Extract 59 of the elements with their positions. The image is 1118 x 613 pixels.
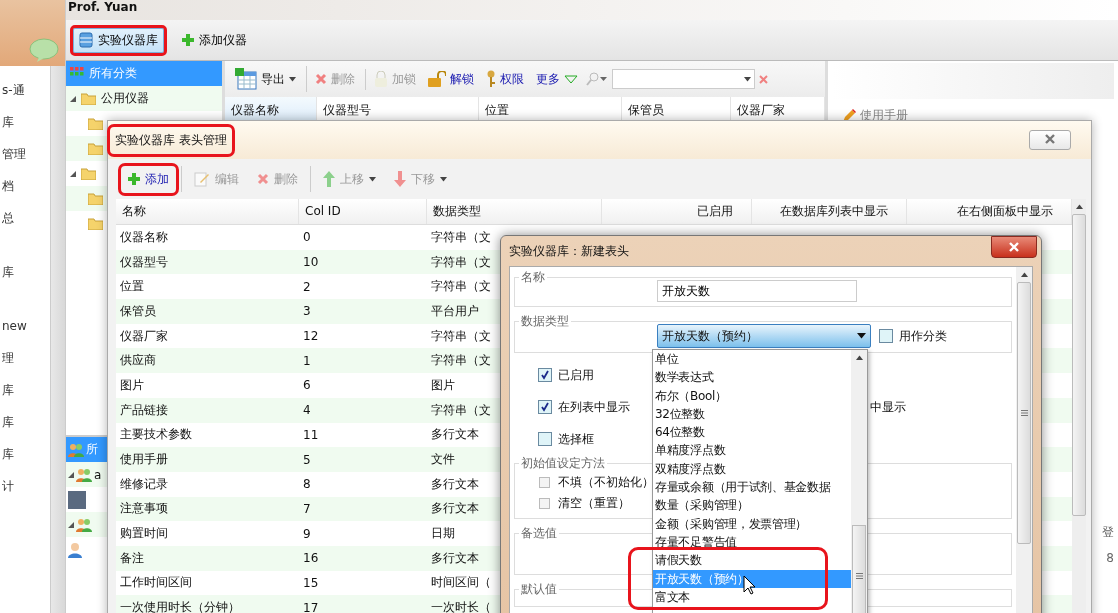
field-label: 数据类型 xyxy=(520,313,570,330)
table-cell: 15 xyxy=(303,575,319,590)
table-cell: 9 xyxy=(303,526,311,541)
table-cell: 8 xyxy=(303,477,311,492)
table-cell: 仪器厂家 xyxy=(120,328,168,343)
table-cell: 多行文本 xyxy=(431,550,479,565)
table-cell: 6 xyxy=(303,378,311,393)
option-label: 中显示 xyxy=(870,398,906,416)
field-label: 名称 xyxy=(520,269,546,286)
table-cell: 字符串（文 xyxy=(431,402,491,417)
table-cell: 一次时长（ xyxy=(431,600,491,613)
table-cell: 多行文本 xyxy=(431,476,479,491)
table-cell: 7 xyxy=(303,501,311,516)
table-cell: 字符串（文 xyxy=(431,254,491,269)
table-cell: 仪器名称 xyxy=(120,229,168,244)
table-cell: 仪器型号 xyxy=(120,254,168,269)
field-label: 默认值 xyxy=(520,581,558,598)
table-cell: 10 xyxy=(303,255,319,270)
table-cell: 位置 xyxy=(120,279,144,294)
table-cell: 11 xyxy=(303,427,319,442)
table-cell: 17 xyxy=(303,600,319,613)
table-cell: 字符串（文 xyxy=(431,353,491,368)
table-cell: 日期 xyxy=(431,526,455,541)
table-cell: 使用手册 xyxy=(120,452,168,467)
table-cell: 字符串（文 xyxy=(431,229,491,244)
table-cell: 8 xyxy=(1106,551,1114,565)
dialog-title: 实验仪器库：新建表头 xyxy=(509,242,629,260)
table-cell: 工作时间区间 xyxy=(120,575,192,590)
field-label: 初始值设定方法 xyxy=(520,455,606,472)
table-cell: 购置时间 xyxy=(120,526,168,541)
table-cell: 多行文本 xyxy=(431,501,479,516)
table-cell: 产品链接 xyxy=(120,402,168,417)
table-cell: 主要技术参数 xyxy=(120,427,192,442)
table-cell: 2 xyxy=(303,279,311,294)
table-cell: 字符串（文 xyxy=(431,279,491,294)
table-cell: 1 xyxy=(303,353,311,368)
table-cell: 备注 xyxy=(120,550,144,565)
table-cell: 字符串（文 xyxy=(431,328,491,343)
section-title: 使用手册 xyxy=(860,107,908,124)
user-name: Prof. Yuan xyxy=(67,0,138,14)
table-cell: 3 xyxy=(303,304,311,319)
table-cell: 4 xyxy=(303,403,311,418)
table-cell: 一次使用时长（分钟） xyxy=(120,600,240,613)
table-cell: 保管员 xyxy=(120,303,156,318)
table-cell: 图片 xyxy=(120,377,144,392)
table-cell: 0 xyxy=(303,230,311,245)
table-cell: 登 xyxy=(1102,524,1114,541)
table-cell: 注意事项 xyxy=(120,501,168,516)
table-cell: 12 xyxy=(303,329,319,344)
table-cell: 时间区间（ xyxy=(431,575,491,590)
table-cell: 图片 xyxy=(431,377,455,392)
table-cell: 多行文本 xyxy=(431,427,479,442)
field-label: 备选值 xyxy=(520,525,558,542)
table-cell: 16 xyxy=(303,551,319,566)
table-cell: 5 xyxy=(303,452,311,467)
table-cell: 平台用户 xyxy=(431,303,479,318)
table-cell: 供应商 xyxy=(120,353,156,368)
table-cell: 维修记录 xyxy=(120,476,168,491)
table-cell: 文件 xyxy=(431,452,455,467)
